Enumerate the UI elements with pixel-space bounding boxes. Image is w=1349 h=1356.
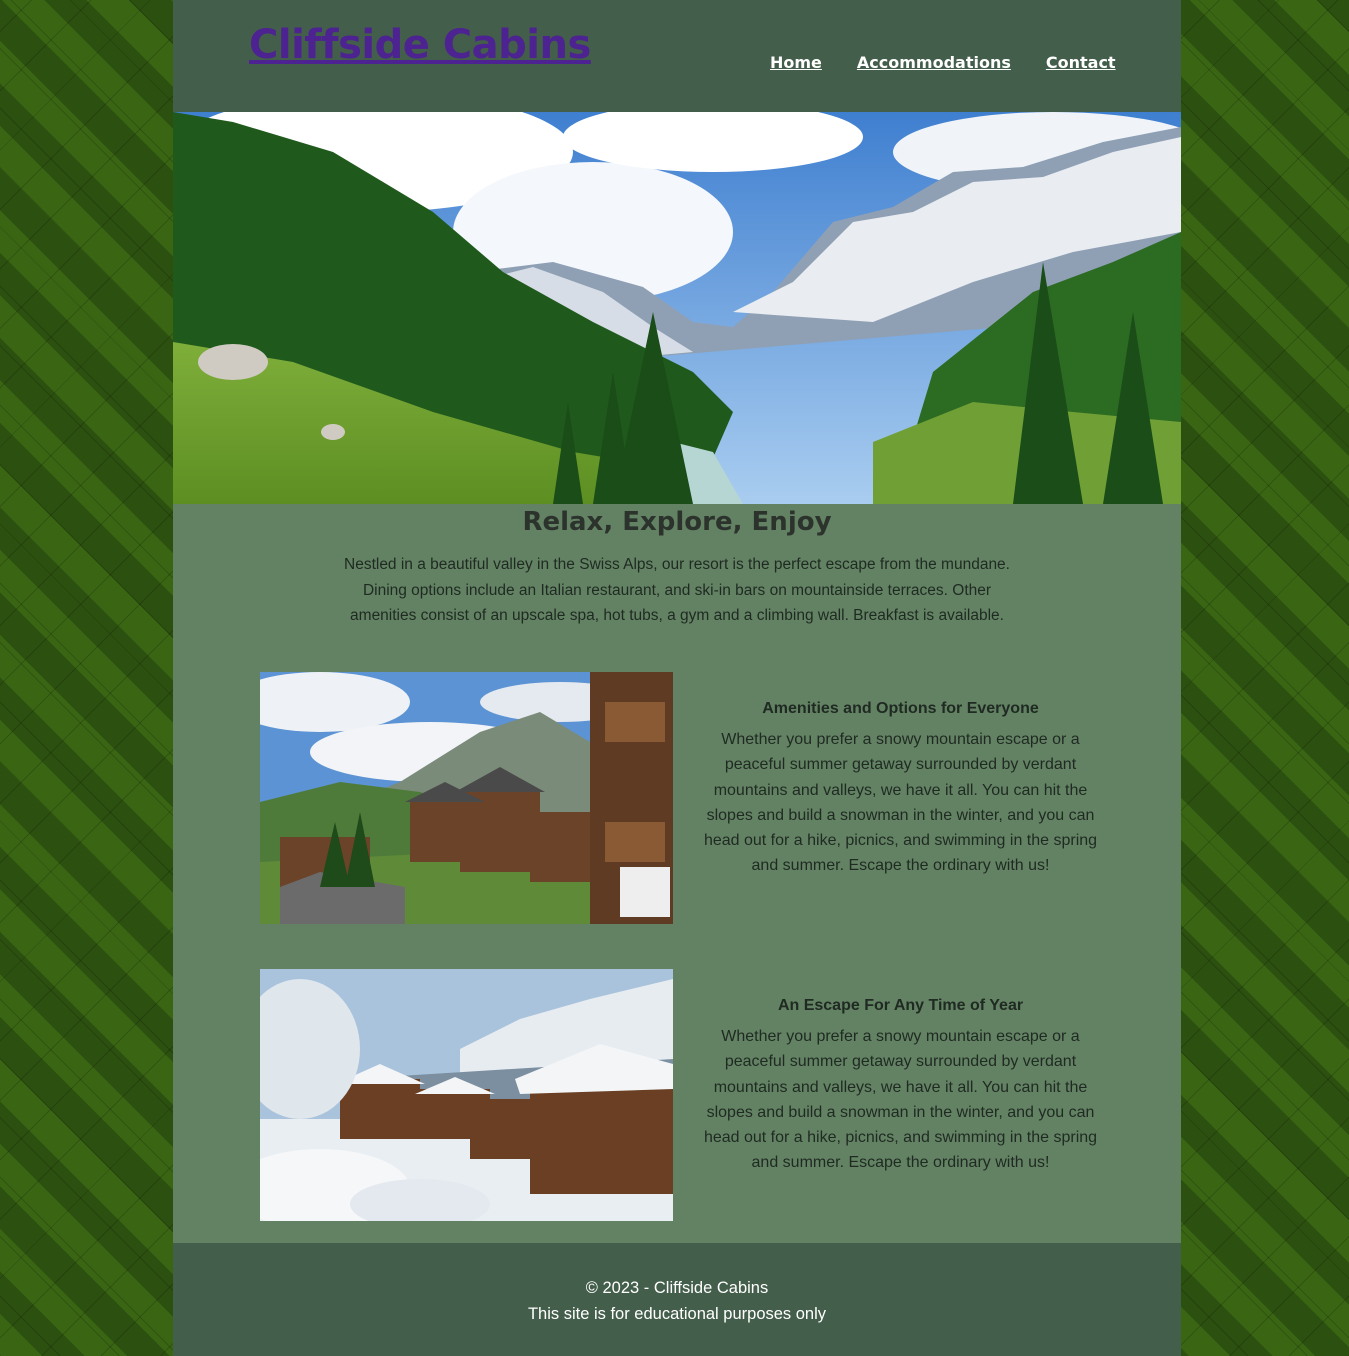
- nav-contact[interactable]: Contact: [1046, 53, 1116, 72]
- feature-1-text: Whether you prefer a snowy mountain esca…: [703, 731, 1098, 875]
- summer-village-image: [260, 672, 673, 924]
- footer-note: This site is for educational purposes on…: [527, 1305, 827, 1323]
- feature-2-text: Whether you prefer a snowy mountain esca…: [703, 1028, 1098, 1172]
- hero-image: [173, 112, 1181, 504]
- feature-1-title: Amenities and Options for Everyone: [762, 700, 1039, 717]
- footer-copyright: © 2023 - Cliffside Cabins: [585, 1279, 769, 1297]
- winter-village-image: [260, 969, 673, 1221]
- site-footer: © 2023 - Cliffside Cabins This site is f…: [173, 1243, 1181, 1356]
- feature-1: Amenities and Options for Everyone Wheth…: [689, 700, 1112, 879]
- nav-accommodations[interactable]: Accommodations: [857, 53, 1011, 72]
- intro-paragraph: Nestled in a beautiful valley in the Swi…: [344, 556, 1010, 624]
- feature-2: An Escape For Any Time of Year Whether y…: [689, 997, 1112, 1176]
- site-header: Cliffside Cabins Home Accommodations Con…: [173, 0, 1181, 112]
- site-logo-link[interactable]: Cliffside Cabins: [249, 22, 591, 68]
- nav-home[interactable]: Home: [770, 53, 822, 72]
- page-container: Cliffside Cabins Home Accommodations Con…: [173, 0, 1181, 1356]
- main-nav: Home Accommodations Contact: [770, 53, 1116, 72]
- feature-2-title: An Escape For Any Time of Year: [777, 997, 1024, 1014]
- section-heading: Relax, Explore, Enjoy: [522, 507, 832, 537]
